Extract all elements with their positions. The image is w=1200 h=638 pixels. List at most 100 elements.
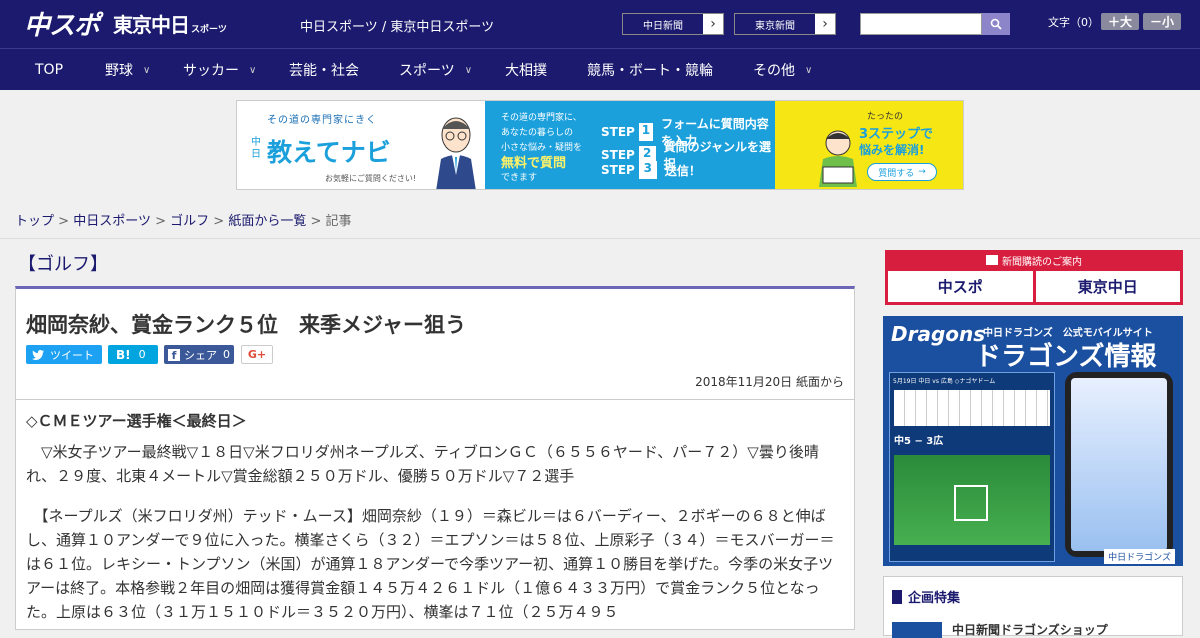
banner-free-label: 無料で質問 — [501, 156, 567, 171]
main-nav: TOP 野球 ∨ サッカー ∨ 芸能・社会 スポーツ ∨ 大相撲 競馬・ボート・競輪 … — [0, 48, 1200, 90]
chevron-down-icon: ∨ — [805, 64, 813, 76]
site-logo[interactable]: 中スポ 東京中日 スポーツ — [24, 8, 227, 41]
feature-title: 企画特集 — [892, 587, 960, 606]
banner-note: お気軽にご質問ください! — [325, 174, 417, 183]
ask-question-label: 質問する — [878, 168, 915, 179]
ask-question-button[interactable]: 質問する → — [867, 163, 937, 181]
article-headline: 畑岡奈紗、賞金ランク５位 来季メジャー狙う — [26, 313, 466, 337]
breadcrumb-separator: > — [213, 214, 225, 229]
banner-intro: その道の専門家に、 あなたの暮らしの 小さな悩み・疑問を 無料で質問 できます — [501, 111, 582, 186]
tokyo-link-label: 東京新聞 — [735, 14, 815, 34]
nav-item-entertainment[interactable]: 芸能・社会 — [289, 49, 359, 91]
feature-box: 企画特集 中日新聞ドラゴンズショップ — [883, 576, 1183, 638]
hatena-bookmark-button[interactable]: B! 0 — [108, 345, 158, 364]
chevron-right-icon: › — [822, 16, 828, 32]
tweet-label: ツイート — [50, 348, 94, 362]
subscription-title: 新聞購読のご案内 — [886, 251, 1182, 269]
tokyo-shimbun-link[interactable]: 東京新聞 › — [734, 13, 836, 35]
step-label: STEP — [601, 125, 635, 139]
score-date: 5月19日 中日 vs 広島 ◇ナゴヤドーム — [893, 378, 996, 385]
nav-item-sports[interactable]: スポーツ ∨ — [399, 49, 472, 91]
hatena-count: 0 — [138, 348, 146, 361]
breadcrumb-chunichi-sports[interactable]: 中日スポーツ — [73, 214, 151, 229]
nav-label: 野球 — [105, 63, 133, 79]
phone-screen — [1071, 378, 1167, 551]
dragons-scoreboard: 5月19日 中日 vs 広島 ◇ナゴヤドーム 中5 − 3広 — [889, 372, 1055, 562]
nav-item-other[interactable]: その他 ∨ — [753, 49, 812, 91]
dragons-footer: 中日ドラゴンズ — [1104, 549, 1175, 564]
google-plus-icon: G+ — [247, 348, 267, 361]
banner-cta-panel: たったの 3ステップで 悩みを解消! 質問する → — [775, 101, 963, 189]
facebook-share-count: 0 — [223, 348, 230, 361]
search-input[interactable] — [860, 13, 982, 35]
chevron-right-icon: › — [710, 16, 716, 32]
score-line: 中5 − 3広 — [894, 436, 944, 447]
article-category: 【ゴルフ】 — [18, 254, 108, 275]
dragons-mobile-ad[interactable]: Dragons 中日ドラゴンズ 公式モバイルサイト ドラゴンズ情報 5月19日 … — [883, 316, 1183, 566]
facebook-share-label: シェア — [184, 348, 217, 362]
top-header: 中スポ 東京中日 スポーツ 中日スポーツ / 東京中日スポーツ 中日新聞 › 東… — [0, 0, 1200, 48]
nav-item-sumo[interactable]: 大相撲 — [505, 49, 547, 91]
breadcrumb-top[interactable]: トップ — [15, 214, 54, 229]
article-paragraph: 【ネープルズ（米フロリダ州）テッド・ムース】畑岡奈紗（１９）＝森ビル＝は６バーデ… — [26, 507, 835, 621]
banner-steps-panel: その道の専門家に、 あなたの暮らしの 小さな悩み・疑問を 無料で質問 できます … — [485, 101, 775, 189]
subscribe-chuspo[interactable]: 中スポ — [888, 271, 1033, 302]
breadcrumb-golf[interactable]: ゴルフ — [170, 214, 209, 229]
chevron-down-icon: ∨ — [249, 64, 257, 76]
dragons-ad-title: ドラゴンズ情報 — [975, 342, 1157, 372]
article-card: 畑岡奈紗、賞金ランク５位 来季メジャー狙う ツイート B! 0 f シェア 0 … — [15, 286, 855, 630]
subscription-options: 中スポ 東京中日 — [886, 269, 1182, 304]
article-paragraph: ▽米女子ツアー最終戦▽１８日▽米フロリダ州ネープルズ、ティブロンＧＣ（６５５６ヤ… — [26, 443, 819, 485]
article-divider — [16, 399, 854, 400]
nav-label: スポーツ — [399, 63, 455, 79]
banner-brand-small: 中日 — [251, 137, 261, 160]
step-label: STEP — [601, 163, 635, 177]
ribbon-icon — [892, 589, 902, 604]
hatena-icon: B! — [116, 347, 131, 362]
facebook-icon: f — [168, 348, 180, 362]
cta-line-2: 3ステップで — [859, 127, 934, 142]
phone-mockup — [1065, 372, 1173, 557]
nav-item-keiba[interactable]: 競馬・ボート・競輪 — [587, 49, 713, 91]
banner-intro-line: 小さな悩み・疑問を — [501, 143, 583, 153]
banner-step-3: STEP 3 送信！ — [601, 161, 701, 179]
cta-line-3: 悩みを解消! — [859, 143, 925, 157]
breadcrumb-current: 記事 — [325, 214, 352, 229]
breadcrumb-separator: > — [155, 214, 166, 229]
nav-label: その他 — [753, 63, 795, 79]
breadcrumb-separator: > — [58, 214, 70, 229]
site-title: 中日スポーツ / 東京中日スポーツ — [300, 20, 495, 35]
font-smaller-button[interactable]: －小 — [1143, 13, 1181, 30]
logo-sports-small: スポーツ — [191, 24, 227, 35]
article-subhead: ◇ＣＭＥツアー選手権＜最終日＞ — [26, 412, 247, 430]
nav-item-baseball[interactable]: 野球 ∨ — [105, 49, 150, 91]
nav-item-soccer[interactable]: サッカー ∨ — [183, 49, 256, 91]
breadcrumb-list[interactable]: 紙面から一覧 — [228, 214, 306, 229]
score-grid — [894, 390, 1050, 426]
nav-item-top[interactable]: TOP — [35, 49, 63, 91]
nav-label: TOP — [35, 62, 64, 78]
google-plus-button[interactable]: G+ — [241, 345, 273, 364]
step-number: 3 — [638, 161, 657, 179]
banner-intro-line: その道の専門家に、 — [501, 113, 582, 123]
chunichi-shimbun-link[interactable]: 中日新聞 › — [622, 13, 724, 35]
divider — [0, 238, 1200, 239]
font-larger-button[interactable]: ＋大 — [1101, 13, 1139, 30]
nav-label: サッカー — [183, 63, 239, 79]
search-button[interactable] — [982, 13, 1010, 35]
nav-label: 競馬・ボート・競輪 — [587, 63, 713, 79]
businessman-illustration-icon — [436, 117, 476, 189]
subscription-title-text: 新聞購読のご案内 — [1002, 256, 1082, 268]
chevron-down-icon: ∨ — [143, 64, 151, 76]
pitch-strike-zone — [954, 485, 988, 521]
banner-intro-line: できます — [501, 173, 538, 183]
tweet-button[interactable]: ツイート — [26, 345, 102, 364]
oshiete-navi-banner[interactable]: その道の専門家にきく 中日 教えてナビ お気軽にご質問ください! その道の専門家… — [236, 100, 964, 190]
subscription-banner[interactable]: 新聞購読のご案内 中スポ 東京中日 — [885, 250, 1183, 305]
nav-label: 大相撲 — [505, 63, 547, 79]
facebook-share-button[interactable]: f シェア 0 — [164, 345, 234, 364]
step-text: 送信！ — [664, 163, 701, 178]
banner-tagline: その道の専門家にきく — [267, 115, 377, 126]
dragons-logo: Dragons — [891, 322, 986, 346]
subscribe-tokyo-chunichi[interactable]: 東京中日 — [1035, 271, 1180, 302]
